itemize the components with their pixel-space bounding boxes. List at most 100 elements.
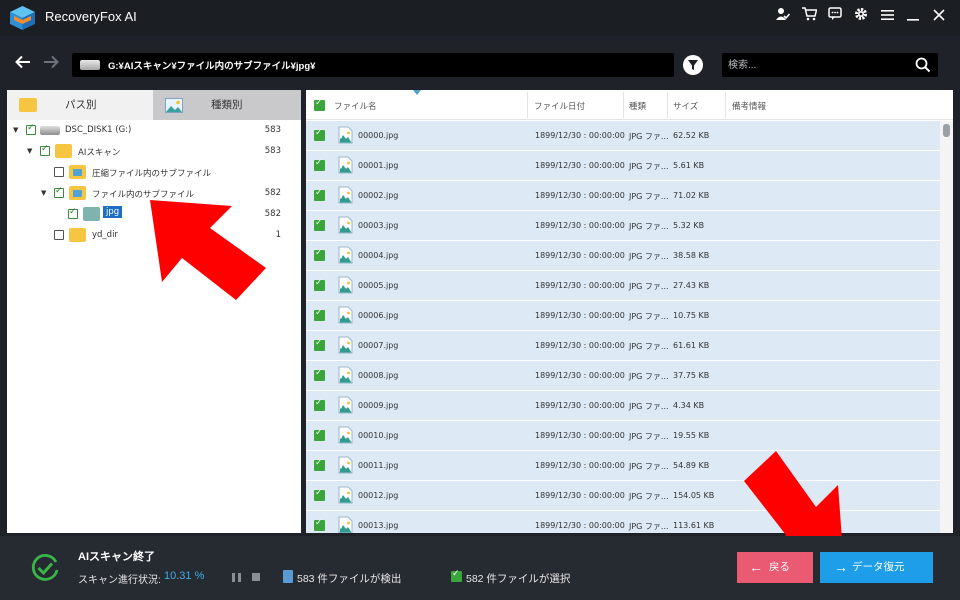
table-row[interactable]: 00009.jpg 1899/12/30 : 00:00:00 JPG ファ... 4… [306,391,940,421]
expand-toggle-icon[interactable]: ▼ [27,147,35,155]
tree-item-count: 582 [264,188,281,198]
table-row[interactable]: 00004.jpg 1899/12/30 : 00:00:00 JPG ファ... 3… [306,241,940,271]
tree-item-ai-scan[interactable]: ▼ AIスキャン 583 [7,142,301,162]
navigation-bar: G:¥AIスキャン¥ファイル内のサブファイル¥jpg¥ [0,46,960,84]
table-row[interactable]: 00007.jpg 1899/12/30 : 00:00:00 JPG ファ... 6… [306,331,940,361]
search-icon[interactable] [914,56,932,74]
row-checkbox[interactable] [314,278,325,291]
file-date: 1899/12/30 : 00:00:00 [535,281,625,290]
tab-path[interactable]: パス別 [7,90,153,120]
file-date: 1899/12/30 : 00:00:00 [535,191,625,200]
file-name: 00006.jpg [358,311,399,320]
row-checkbox[interactable] [314,188,325,201]
search-box[interactable] [722,53,938,77]
minimize-icon[interactable] [900,6,926,28]
tree-checkbox[interactable] [54,230,64,240]
table-row[interactable]: 00000.jpg 1899/12/30 : 00:00:00 JPG ファ... 6… [306,121,940,151]
jpg-file-icon [338,396,353,414]
user-check-icon[interactable] [770,6,796,28]
path-text: G:¥AIスキャン¥ファイル内のサブファイル¥jpg¥ [108,61,316,72]
tree-checkbox[interactable] [54,186,64,198]
row-checkbox[interactable] [314,368,325,381]
filter-icon[interactable] [683,55,703,75]
table-row[interactable]: 00008.jpg 1899/12/30 : 00:00:00 JPG ファ... 3… [306,361,940,391]
table-row[interactable]: 00002.jpg 1899/12/30 : 00:00:00 JPG ファ... 7… [306,181,940,211]
jpg-file-icon [338,456,353,474]
file-date: 1899/12/30 : 00:00:00 [535,341,625,350]
column-header-size[interactable]: サイズ [673,100,698,112]
stop-icon[interactable] [252,573,260,581]
right-arrow-icon: → [834,559,848,575]
tree-item-drive[interactable]: ▼ DSC_DISK1 (G:) 583 [7,121,301,141]
menu-icon[interactable] [874,6,900,28]
column-header-date[interactable]: ファイル日付 [534,100,585,112]
path-bar[interactable]: G:¥AIスキャン¥ファイル内のサブファイル¥jpg¥ [72,53,674,77]
column-header-type[interactable]: 種類 [629,100,646,112]
cart-icon[interactable] [796,6,822,28]
tree-item-archive-subfiles[interactable]: 圧縮ファイル内のサブファイル [7,163,301,183]
tree-checkbox[interactable] [40,144,50,156]
file-size: 19.55 KB [673,431,710,440]
forward-arrow-icon[interactable] [42,53,64,75]
close-icon[interactable] [926,6,952,28]
file-date: 1899/12/30 : 00:00:00 [535,311,625,320]
tab-type[interactable]: 種類別 [153,90,301,120]
vertical-scrollbar[interactable] [940,121,953,533]
row-checkbox[interactable] [314,308,325,321]
table-row[interactable]: 00003.jpg 1899/12/30 : 00:00:00 JPG ファ... 5… [306,211,940,241]
jpg-file-icon [338,246,353,264]
expand-toggle-icon[interactable]: ▼ [13,126,21,134]
file-name: 00013.jpg [358,521,399,530]
row-checkbox[interactable] [314,248,325,261]
column-header-name[interactable]: ファイル名 [334,100,377,112]
tree-checkbox[interactable] [68,207,78,219]
file-name: 00004.jpg [358,251,399,260]
back-arrow-icon[interactable] [14,53,36,75]
gear-icon[interactable] [848,6,874,28]
row-checkbox[interactable] [314,518,325,531]
file-size: 4.34 KB [673,401,705,410]
table-row[interactable]: 00006.jpg 1899/12/30 : 00:00:00 JPG ファ... 1… [306,301,940,331]
column-divider [623,92,624,118]
row-checkbox[interactable] [314,218,325,231]
row-checkbox[interactable] [314,488,325,501]
table-row[interactable]: 00005.jpg 1899/12/30 : 00:00:00 JPG ファ... 2… [306,271,940,301]
row-checkbox[interactable] [314,128,325,141]
jpg-file-icon [338,276,353,294]
tree-checkbox[interactable] [26,123,36,135]
scrollbar-thumb[interactable] [943,124,950,137]
jpg-file-icon [338,186,353,204]
pause-icon[interactable] [232,573,241,582]
file-type: JPG ファ... [629,282,669,291]
row-checkbox[interactable] [314,158,325,171]
scan-complete-icon [31,554,59,581]
file-date: 1899/12/30 : 00:00:00 [535,491,625,500]
progress-value: 10.31 % [164,570,205,582]
files-found-text: 583 件ファイルが検出 [297,573,402,585]
recover-data-button[interactable]: → データ復元 [820,552,933,583]
select-all-checkbox[interactable] [314,98,325,111]
title-bar: RecoveryFox AI [0,0,960,36]
row-checkbox[interactable] [314,398,325,411]
sort-indicator-icon [413,90,421,95]
row-checkbox[interactable] [314,458,325,471]
drive-icon [40,126,60,135]
search-input[interactable] [728,56,908,74]
tree-item-label: 圧縮ファイル内のサブファイル [92,169,212,179]
row-checkbox[interactable] [314,338,325,351]
row-checkbox[interactable] [314,428,325,441]
progress-label: スキャン進行状況: [78,575,161,586]
table-row[interactable]: 00010.jpg 1899/12/30 : 00:00:00 JPG ファ... 1… [306,421,940,451]
chat-icon[interactable] [822,6,848,28]
tree-item-count: 1 [275,230,281,240]
file-name: 00010.jpg [358,431,399,440]
expand-toggle-icon[interactable]: ▼ [41,189,49,197]
file-size: 113.61 KB [673,521,715,530]
file-type: JPG ファ... [629,312,669,321]
back-button[interactable]: ← 戻る [737,552,813,583]
file-date: 1899/12/30 : 00:00:00 [535,431,625,440]
table-row[interactable]: 00001.jpg 1899/12/30 : 00:00:00 JPG ファ... 5… [306,151,940,181]
tree-checkbox[interactable] [54,167,64,177]
jpg-file-icon [338,486,353,504]
column-header-notes[interactable]: 備考情報 [732,100,766,112]
